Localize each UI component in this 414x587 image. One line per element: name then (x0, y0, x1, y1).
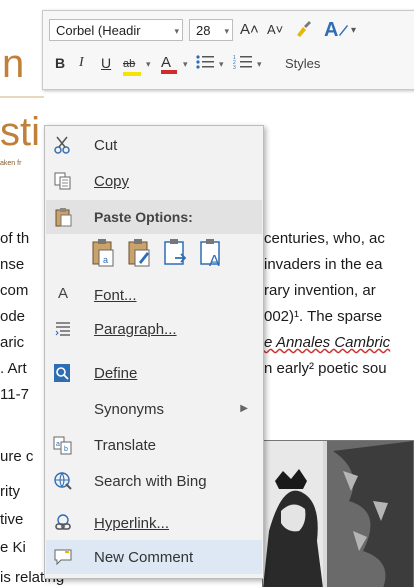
grow-font-button[interactable]: A˄ (240, 20, 259, 40)
menu-item-label: Translate (94, 437, 156, 454)
highlight-button[interactable]: ab (123, 52, 141, 76)
scissors-icon (54, 136, 70, 154)
italic-button[interactable]: I (79, 53, 84, 73)
keep-text-only-icon[interactable]: A (199, 238, 225, 268)
body-line-right: e Annales Cambric (264, 334, 391, 351)
menu-item-paragraph[interactable]: Paragraph... (46, 312, 262, 346)
menu-section-label: Paste Options: (94, 209, 193, 225)
menu-item-translate[interactable]: a b Translate (46, 428, 262, 462)
copy-icon (54, 172, 71, 190)
translate-icon: a b (53, 436, 72, 455)
menu-item-new-comment[interactable]: New Comment (46, 540, 262, 574)
body-line-left: com (0, 282, 29, 299)
body-line-left: ure c (0, 448, 34, 465)
svg-text:A: A (324, 19, 338, 41)
comment-icon (54, 549, 72, 566)
body-line-left: tive (0, 511, 24, 528)
more-styles-icon[interactable]: ▾ (351, 21, 356, 41)
menu-item-cut[interactable]: Cut (46, 128, 262, 162)
menu-item-label: Search with Bing (94, 473, 207, 490)
body-line-right: 002)¹. The sparse (264, 308, 383, 325)
numbering-icon: 1 2 3 (233, 55, 252, 71)
font-size-value: 28 (196, 23, 211, 38)
menu-item-label: Copy (94, 173, 130, 190)
chevron-down-icon[interactable]: ▾ (257, 54, 262, 74)
font-color-icon: A (161, 54, 172, 71)
body-line-left: nse (0, 256, 25, 273)
chevron-down-icon[interactable]: ▾ (146, 54, 151, 74)
chevron-down-icon[interactable]: ▾ (183, 54, 188, 74)
document-image (262, 440, 414, 587)
menu-section-paste-options: Paste Options: (46, 200, 262, 234)
body-line-right: n early² poetic sou (264, 360, 387, 377)
menu-item-label: Synonyms (94, 401, 165, 418)
underline-button[interactable]: U (101, 53, 111, 73)
menu-item-synonyms[interactable]: Synonyms ▶ (46, 392, 262, 426)
keep-source-formatting-icon[interactable]: a (91, 238, 117, 268)
font-size-dropdown[interactable]: 28 ▾ (189, 19, 233, 41)
submenu-arrow-icon: ▶ (240, 403, 248, 414)
body-line-left: ode (0, 308, 26, 325)
paragraph-icon (55, 322, 70, 336)
styles-gallery-button[interactable]: A (323, 17, 349, 46)
bold-button[interactable]: B (55, 53, 65, 73)
chevron-down-icon[interactable]: ▾ (219, 54, 224, 74)
svg-text:a: a (103, 255, 108, 265)
menu-item-label: Hyperlink... (94, 515, 170, 532)
menu-item-font[interactable]: A Font... (46, 278, 262, 312)
highlight-color-swatch (123, 72, 141, 76)
svg-text:a: a (56, 441, 60, 448)
body-line-left: 11-7 (0, 386, 29, 403)
body-line-left: . Art (0, 360, 27, 377)
paintbrush-icon (297, 21, 311, 37)
menu-item-hyperlink[interactable]: Hyperlink... (46, 506, 262, 540)
styles-label[interactable]: Styles (285, 54, 320, 74)
title-fragment-1: n (2, 42, 25, 86)
caption-fragment: aken fr (0, 160, 22, 167)
bullets-button[interactable] (195, 53, 215, 76)
shrink-font-button[interactable]: A˅ (267, 20, 283, 40)
clipboard-icon (55, 208, 72, 227)
font-color-button[interactable]: A (161, 52, 177, 74)
font-name-dropdown[interactable]: Corbel (Headir ▾ (49, 19, 183, 41)
body-line-left: e Ki (0, 539, 26, 556)
menu-item-define[interactable]: Define (46, 356, 262, 390)
menu-item-search-with-bing[interactable]: Search with Bing (46, 464, 262, 498)
chevron-down-icon: ▾ (224, 26, 229, 36)
font-name-value: Corbel (Headir (56, 23, 141, 38)
body-line-right: rary invention, ar (264, 282, 376, 299)
mini-toolbar: Corbel (Headir ▾ 28 ▾ A˄ A˅ A ▾ B I U ab… (42, 10, 414, 90)
menu-item-label: Define (94, 365, 138, 382)
chevron-down-icon: ▾ (174, 26, 179, 36)
svg-text:3: 3 (233, 65, 236, 71)
merge-formatting-icon[interactable] (127, 238, 153, 268)
format-painter-button[interactable] (293, 19, 313, 44)
font-icon: A (58, 285, 69, 302)
body-line-left: of th (0, 230, 30, 247)
svg-text:b: b (64, 446, 68, 453)
bullets-icon (196, 55, 214, 69)
numbering-button[interactable]: 1 2 3 (233, 53, 253, 76)
styles-icon: A (324, 19, 348, 41)
title-fragment-2: sti (0, 110, 40, 154)
menu-item-label: New Comment (94, 549, 194, 566)
context-menu: Cut Copy Paste Options: a A A Font... Pa… (44, 125, 264, 579)
body-line-left: aric (0, 334, 25, 351)
menu-item-label: Paragraph... (94, 321, 177, 338)
body-line-right: centuries, who, ac (264, 230, 385, 247)
menu-item-label: Cut (94, 137, 118, 154)
menu-item-copy[interactable]: Copy (46, 164, 262, 198)
highlight-icon: ab (123, 58, 136, 70)
search-icon (54, 472, 72, 490)
menu-item-label: Font... (94, 287, 137, 304)
body-line-right: invaders in the ea (264, 256, 383, 273)
define-icon (54, 364, 70, 382)
title-underline (0, 96, 44, 98)
hyperlink-icon (55, 514, 71, 530)
body-line-left: rity (0, 483, 20, 500)
woodcut-picture (263, 441, 414, 587)
picture-icon[interactable] (163, 238, 189, 268)
svg-text:A: A (209, 253, 220, 268)
